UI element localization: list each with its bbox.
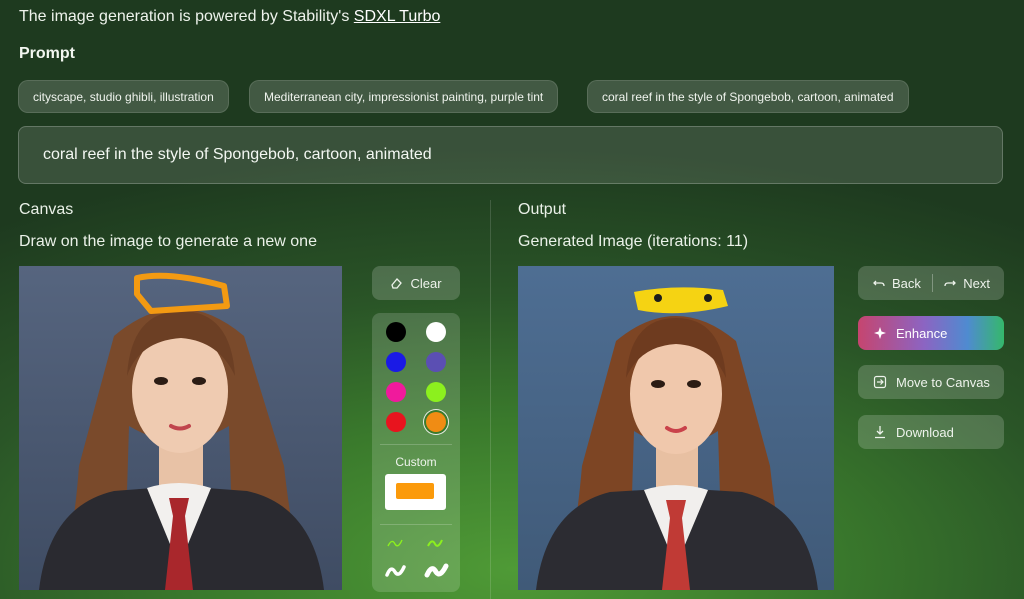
color-swatch-blue[interactable] <box>386 352 406 372</box>
nav-divider <box>931 274 933 292</box>
next-label: Next <box>963 275 990 291</box>
color-swatch-white[interactable] <box>426 322 446 342</box>
back-label: Back <box>892 275 921 291</box>
sdxl-turbo-link[interactable]: SDXL Turbo <box>354 8 441 25</box>
output-title: Output <box>518 201 567 218</box>
color-swatch-pink[interactable] <box>386 382 406 402</box>
generated-image <box>518 266 834 590</box>
sparkle-icon <box>874 327 886 339</box>
medium-brush-icon[interactable] <box>426 536 446 550</box>
clear-button[interactable]: Clear <box>372 266 460 300</box>
canvas-portrait-image <box>19 266 342 590</box>
example-chip-coral-reef[interactable]: coral reef in the style of Spongebob, ca… <box>587 80 909 113</box>
download-icon <box>875 426 885 439</box>
redo-icon <box>944 280 957 287</box>
enhance-button[interactable]: Enhance <box>858 316 1004 350</box>
prompt-label: Prompt <box>19 45 75 62</box>
thin-brush-icon[interactable] <box>386 536 406 550</box>
extra-thick-brush-icon[interactable] <box>424 561 450 581</box>
history-nav: Back Next <box>858 266 1004 300</box>
move-to-canvas-icon <box>873 375 887 389</box>
palette-divider-2 <box>380 524 452 525</box>
color-swatch-black[interactable] <box>386 322 406 342</box>
example-chip-cityscape[interactable]: cityscape, studio ghibli, illustration <box>18 80 229 113</box>
example-chip-mediterranean[interactable]: Mediterranean city, impressionist painti… <box>249 80 559 113</box>
move-to-canvas-label: Move to Canvas <box>896 374 990 390</box>
move-to-canvas-button[interactable]: Move to Canvas <box>858 365 1004 399</box>
download-label: Download <box>896 424 954 440</box>
custom-color-label: Custom <box>395 455 437 469</box>
color-swatch-green[interactable] <box>426 382 446 402</box>
color-swatch-purple[interactable] <box>426 352 446 372</box>
color-swatch-orange-selected[interactable] <box>426 412 446 432</box>
enhance-label: Enhance <box>896 325 948 341</box>
color-palette: Custom <box>372 313 460 592</box>
back-button[interactable]: Back <box>872 276 921 291</box>
prompt-input[interactable]: coral reef in the style of Spongebob, ca… <box>18 126 1003 184</box>
canvas-title: Canvas <box>19 201 74 218</box>
palette-divider <box>380 444 452 445</box>
powered-by-text: The image generation is powered by Stabi… <box>19 8 440 26</box>
canvas-subtitle: Draw on the image to generate a new one <box>19 233 317 250</box>
eraser-icon <box>391 278 403 289</box>
custom-color-swatch <box>396 483 434 499</box>
custom-color-picker[interactable] <box>385 474 446 510</box>
next-button[interactable]: Next <box>943 276 990 291</box>
thick-brush-icon[interactable] <box>384 562 408 580</box>
undo-icon <box>873 280 885 287</box>
color-swatch-red[interactable] <box>386 412 406 432</box>
powered-by-label: The image generation is powered by Stabi… <box>19 8 354 25</box>
drawing-canvas[interactable] <box>19 266 342 590</box>
section-divider <box>490 200 491 599</box>
clear-label: Clear <box>410 275 442 291</box>
output-portrait-image <box>518 266 834 590</box>
output-subtitle: Generated Image (iterations: 11) <box>518 233 749 250</box>
download-button[interactable]: Download <box>858 415 1004 449</box>
